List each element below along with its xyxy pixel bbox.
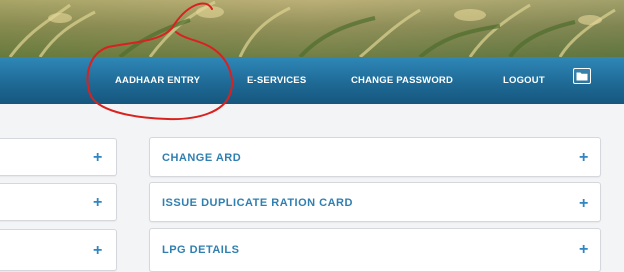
plus-icon: + xyxy=(93,149,103,166)
panel-issue-duplicate-ration-card[interactable]: ISSUE DUPLICATE RATION CARD + xyxy=(149,182,601,222)
left-panel-2[interactable]: + xyxy=(0,183,117,221)
rice-field-image xyxy=(8,0,616,57)
folder-icon[interactable] xyxy=(573,68,591,84)
panel-label-lpg-details: LPG DETAILS xyxy=(162,244,240,256)
panel-label-change-ard: CHANGE ARD xyxy=(162,152,242,164)
nav-logout[interactable]: LOGOUT xyxy=(503,57,545,104)
panel-change-ard[interactable]: CHANGE ARD + xyxy=(149,137,601,177)
panel-lpg-details[interactable]: LPG DETAILS + xyxy=(149,228,601,272)
panel-label-issue-duplicate: ISSUE DUPLICATE RATION CARD xyxy=(162,197,353,209)
main-navbar: AADHAAR ENTRY E-SERVICES CHANGE PASSWORD… xyxy=(0,57,624,105)
nav-e-services[interactable]: E-SERVICES xyxy=(247,57,306,104)
plus-icon: + xyxy=(93,194,103,211)
plus-icon: + xyxy=(579,241,589,258)
nav-aadhaar-entry[interactable]: AADHAAR ENTRY xyxy=(115,57,200,104)
header-banner xyxy=(0,0,624,57)
left-panel-3[interactable]: + xyxy=(0,229,117,271)
nav-change-password[interactable]: CHANGE PASSWORD xyxy=(351,57,453,104)
plus-icon: + xyxy=(93,242,103,259)
plus-icon: + xyxy=(579,195,589,212)
plus-icon: + xyxy=(579,149,589,166)
left-panel-1[interactable]: + xyxy=(0,138,117,176)
